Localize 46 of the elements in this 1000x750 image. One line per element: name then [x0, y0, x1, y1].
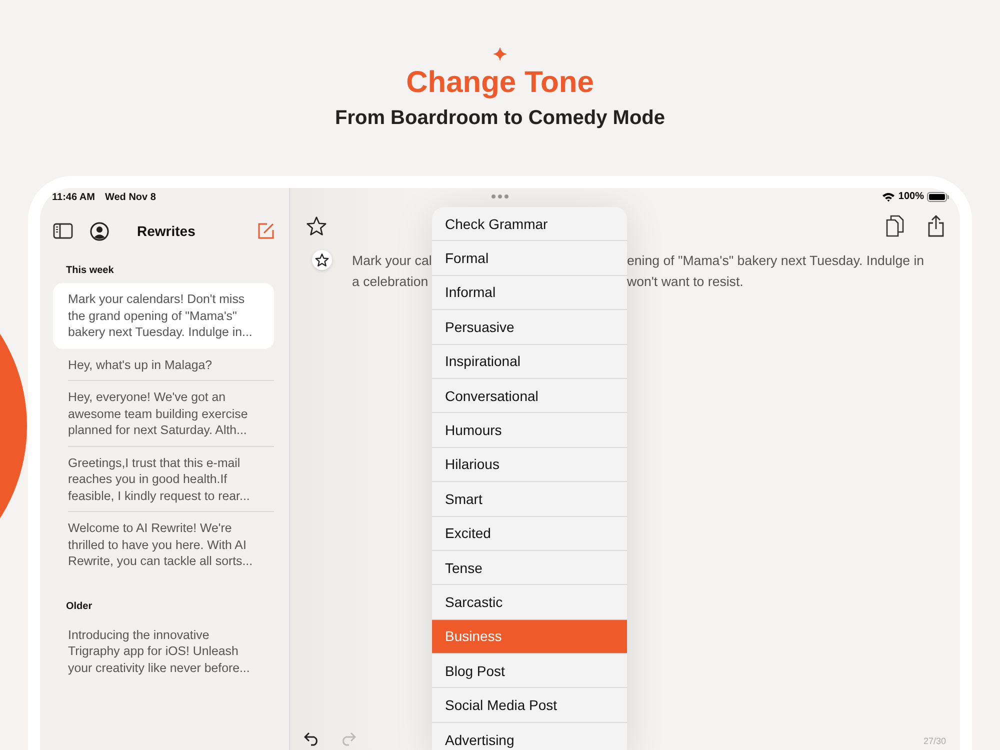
menu-item[interactable]: Inspirational	[432, 344, 627, 379]
menu-item[interactable]: Formal	[432, 241, 627, 276]
menu-item[interactable]: Conversational	[432, 378, 627, 414]
sparkle-icon	[493, 47, 507, 61]
battery-percent: 100%	[898, 191, 924, 202]
body-text: a celebration	[352, 273, 428, 291]
battery-icon	[927, 192, 949, 202]
copy-icon[interactable]	[886, 215, 904, 237]
section-heading: Older	[65, 600, 94, 614]
subheadline: From Boardroom to Comedy Mode	[334, 107, 665, 130]
account-icon[interactable]	[90, 222, 109, 240]
menu-item[interactable]: Tense	[432, 550, 627, 586]
menu-item[interactable]: Persuasive	[432, 310, 627, 345]
body-text: ening of "Mama's" bakery next Tuesday. Indulge in	[627, 252, 924, 270]
sidebar-title: Rewrites	[137, 223, 196, 239]
favorite-button[interactable]	[312, 250, 332, 270]
rewrite-item[interactable]: Hey, everyone! We've got an awesome team building exercise planned for next Saturday. Alth...	[68, 381, 274, 446]
rewrite-item[interactable]: Mark your calendars! Don't miss the grand opening of "Mama's" bakery next Tuesday. Indulge in...	[53, 283, 274, 348]
menu-item[interactable]: Humours	[432, 413, 627, 448]
character-counter: 27/30	[923, 736, 946, 746]
rewrite-item[interactable]: Welcome to AI Rewrite! We're thrilled to have you here. With AI Rewrite, you can tackle all sorts...	[68, 512, 274, 578]
rewrite-item[interactable]: Greetings,I trust that this e-mail reaches you in good health.If feasible, I kindly request to rear...	[68, 446, 274, 512]
headline: Change Tone	[406, 65, 594, 101]
wifi-icon	[882, 192, 896, 202]
status-time: 11:46 AM	[52, 192, 95, 205]
body-text: won't want to resist.	[627, 273, 744, 291]
menu-item[interactable]: Hilarious	[432, 448, 627, 482]
rewrite-item[interactable]: Introducing the innovative Trigraphy app for iOS! Unleash your creativity like never before...	[68, 618, 274, 684]
multitask-dots-icon[interactable]	[491, 194, 509, 199]
star-icon	[315, 253, 329, 267]
status-date: Wed Nov 8	[104, 192, 156, 205]
undo-icon[interactable]	[304, 732, 320, 746]
menu-item[interactable]: Excited	[432, 516, 627, 551]
menu-item[interactable]: Blog Post	[432, 654, 627, 688]
menu-item[interactable]: Advertising	[432, 722, 627, 750]
menu-item[interactable]: Smart	[432, 482, 627, 517]
star-icon[interactable]	[306, 216, 327, 236]
menu-item[interactable]: Check Grammar	[432, 207, 627, 242]
body-text: Mark your cal	[352, 252, 432, 270]
compose-icon[interactable]	[257, 222, 275, 240]
section-heading: This week	[65, 264, 115, 278]
menu-item[interactable]: Social Media Post	[432, 688, 627, 723]
sidebar-toggle-icon[interactable]	[53, 223, 73, 239]
menu-item[interactable]: Informal	[432, 276, 627, 310]
share-icon[interactable]	[928, 215, 944, 237]
rewrite-item[interactable]: Hey, what's up in Malaga?	[68, 348, 274, 381]
